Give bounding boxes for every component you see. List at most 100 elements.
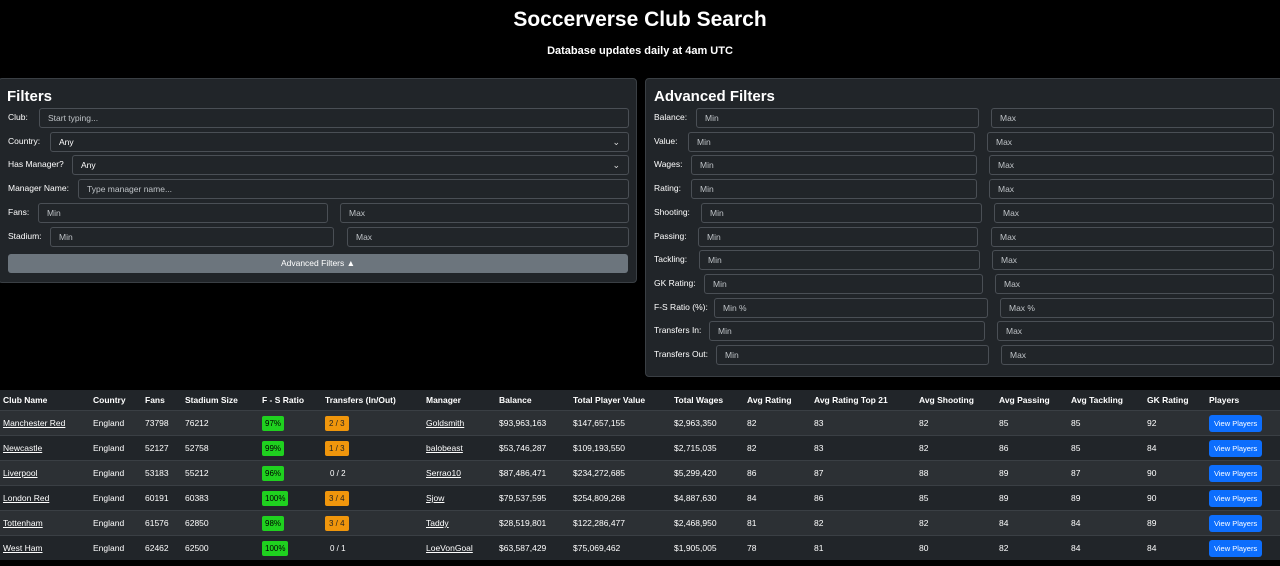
manager-name-label: Manager Name: xyxy=(8,183,69,193)
manager-name-input[interactable] xyxy=(78,179,629,199)
cell-fs-ratio: 100% xyxy=(259,535,322,560)
cell-fans: 73798 xyxy=(142,410,182,436)
col-country[interactable]: Country xyxy=(90,390,142,411)
col-fs-ratio[interactable]: F - S Ratio xyxy=(259,390,322,411)
gk-rating-min-input[interactable] xyxy=(704,274,983,294)
value-min-input[interactable] xyxy=(688,132,975,152)
club-input[interactable] xyxy=(39,108,629,128)
col-stadium-size[interactable]: Stadium Size xyxy=(182,390,259,411)
club-link[interactable]: West Ham xyxy=(3,543,43,553)
manager-link[interactable]: Sjow xyxy=(426,493,444,503)
cell-total-value: $122,286,477 xyxy=(570,510,671,536)
cell-fs-ratio: 97% xyxy=(259,410,322,436)
country-select[interactable]: Any ⌄ xyxy=(50,132,629,152)
cell-avg-passing: 89 xyxy=(996,460,1068,486)
col-avg-shooting[interactable]: Avg Shooting xyxy=(916,390,996,411)
col-avg-passing[interactable]: Avg Passing xyxy=(996,390,1068,411)
col-balance[interactable]: Balance xyxy=(496,390,570,411)
club-link[interactable]: Liverpool xyxy=(3,468,38,478)
manager-link[interactable]: Serrao10 xyxy=(426,468,461,478)
has-manager-select[interactable]: Any ⌄ xyxy=(72,155,629,175)
fs-ratio-badge: 98% xyxy=(262,515,285,531)
fs-ratio-badge: 99% xyxy=(262,440,285,456)
passing-max-input[interactable] xyxy=(991,227,1274,247)
cell-manager: Serrao10 xyxy=(423,460,496,486)
cell-stadium: 60383 xyxy=(182,485,259,511)
fans-max-input[interactable] xyxy=(340,203,629,223)
view-players-button[interactable]: View Players xyxy=(1209,539,1263,557)
view-players-button[interactable]: View Players xyxy=(1209,414,1263,432)
club-link[interactable]: Tottenham xyxy=(3,518,43,528)
cell-balance: $53,746,287 xyxy=(496,435,570,461)
col-club-name[interactable]: Club Name xyxy=(0,390,90,411)
value-max-input[interactable] xyxy=(987,132,1274,152)
rating-max-input[interactable] xyxy=(989,179,1274,199)
rating-min-input[interactable] xyxy=(691,179,977,199)
col-total-player-value[interactable]: Total Player Value xyxy=(570,390,671,411)
transfers-in-min-input[interactable] xyxy=(709,321,985,341)
cell-country: England xyxy=(90,535,142,560)
manager-link[interactable]: Taddy xyxy=(426,518,449,528)
wages-min-input[interactable] xyxy=(691,155,977,175)
club-link[interactable]: London Red xyxy=(3,493,49,503)
col-gk-rating[interactable]: GK Rating xyxy=(1144,390,1206,411)
filters-title: Filters xyxy=(7,88,53,105)
cell-avg-rating-top21: 83 xyxy=(811,410,916,436)
cell-balance: $28,519,801 xyxy=(496,510,570,536)
cell-fans: 61576 xyxy=(142,510,182,536)
cell-avg-passing: 82 xyxy=(996,535,1068,560)
manager-link[interactable]: Goldsmith xyxy=(426,418,464,428)
fs-ratio-min-input[interactable] xyxy=(714,298,988,318)
rating-label: Rating: xyxy=(654,183,681,193)
cell-avg-rating: 81 xyxy=(744,510,811,536)
has-manager-select-value: Any xyxy=(81,160,96,170)
cell-total-value: $254,809,268 xyxy=(570,485,671,511)
view-players-button[interactable]: View Players xyxy=(1209,464,1263,482)
wages-max-input[interactable] xyxy=(989,155,1274,175)
fans-filter-row: Fans: xyxy=(0,203,638,223)
balance-max-input[interactable] xyxy=(991,108,1274,128)
col-total-wages[interactable]: Total Wages xyxy=(671,390,744,411)
col-avg-rating[interactable]: Avg Rating xyxy=(744,390,811,411)
view-players-button[interactable]: View Players xyxy=(1209,439,1263,457)
cell-transfers: 1 / 3 xyxy=(322,435,423,461)
balance-min-input[interactable] xyxy=(696,108,979,128)
manager-link[interactable]: balobeast xyxy=(426,443,463,453)
stadium-min-input[interactable] xyxy=(50,227,334,247)
cell-players: View Players xyxy=(1206,410,1280,436)
advanced-filters-button[interactable]: Advanced Filters ▲ xyxy=(8,254,628,273)
cell-avg-rating-top21: 87 xyxy=(811,460,916,486)
transfers-out-min-input[interactable] xyxy=(716,345,989,365)
col-fans[interactable]: Fans xyxy=(142,390,182,411)
cell-fans: 53183 xyxy=(142,460,182,486)
cell-transfers: 3 / 4 xyxy=(322,510,423,536)
passing-min-input[interactable] xyxy=(698,227,978,247)
transfers-out-max-input[interactable] xyxy=(1001,345,1274,365)
tackling-max-input[interactable] xyxy=(992,250,1274,270)
col-manager[interactable]: Manager xyxy=(423,390,496,411)
cell-fans: 52127 xyxy=(142,435,182,461)
manager-name-filter-row: Manager Name: xyxy=(0,179,638,199)
view-players-button[interactable]: View Players xyxy=(1209,514,1263,532)
club-link[interactable]: Manchester Red xyxy=(3,418,65,428)
col-avg-rating-top21[interactable]: Avg Rating Top 21 xyxy=(811,390,916,411)
manager-link[interactable]: LoeVonGoal xyxy=(426,543,473,553)
club-link[interactable]: Newcastle xyxy=(3,443,42,453)
col-avg-tackling[interactable]: Avg Tackling xyxy=(1068,390,1144,411)
shooting-max-input[interactable] xyxy=(994,203,1274,223)
transfers-badge: 3 / 4 xyxy=(325,490,349,506)
col-transfers[interactable]: Transfers (In/Out) xyxy=(322,390,423,411)
tackling-min-input[interactable] xyxy=(699,250,980,270)
fans-min-input[interactable] xyxy=(38,203,328,223)
gk-rating-max-input[interactable] xyxy=(995,274,1274,294)
cell-country: England xyxy=(90,485,142,511)
cell-total-value: $234,272,685 xyxy=(570,460,671,486)
cell-avg-rating: 86 xyxy=(744,460,811,486)
shooting-min-input[interactable] xyxy=(701,203,982,223)
cell-avg-passing: 84 xyxy=(996,510,1068,536)
transfers-in-max-input[interactable] xyxy=(997,321,1274,341)
fs-ratio-max-input[interactable] xyxy=(1000,298,1274,318)
view-players-button[interactable]: View Players xyxy=(1209,489,1263,507)
fs-ratio-badge: 100% xyxy=(262,490,289,506)
stadium-max-input[interactable] xyxy=(347,227,629,247)
